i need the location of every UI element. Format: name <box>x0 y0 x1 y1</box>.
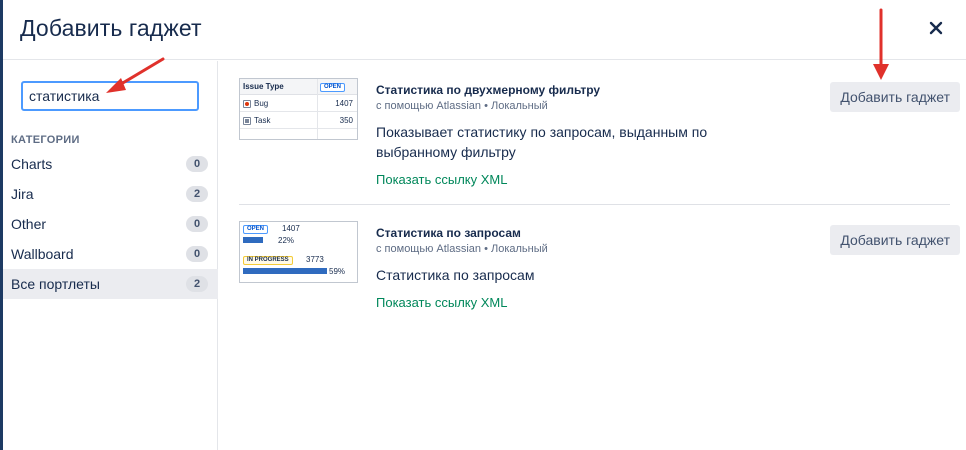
gadget-thumbnail: Issue Type OPEN Bug 1407 Task 350 <box>239 78 358 140</box>
category-count-badge: 2 <box>186 276 208 292</box>
gadget-info: Статистика по запросам с помощью Atlassi… <box>376 221 806 312</box>
categories-heading: КАТЕГОРИИ <box>11 134 80 146</box>
category-count-badge: 0 <box>186 246 208 262</box>
add-gadget-button[interactable]: Добавить гаджет <box>830 82 960 112</box>
gadget-thumbnail: OPEN 1407 22% IN PROGRESS 3773 59% <box>239 221 358 283</box>
category-count-badge: 0 <box>186 216 208 232</box>
thumbnail-count: 3773 <box>306 255 324 264</box>
gadget-description: Показывает статистику по запросам, выдан… <box>376 124 708 160</box>
close-icon <box>929 21 943 35</box>
category-label: Jira <box>11 186 34 202</box>
bug-icon <box>243 100 251 108</box>
category-count-badge: 2 <box>186 186 208 202</box>
status-lozenge: IN PROGRESS <box>243 256 293 265</box>
thumbnail-count: 1407 <box>282 224 300 233</box>
category-item-jira[interactable]: Jira 2 <box>3 179 218 209</box>
add-gadget-button[interactable]: Добавить гаджет <box>830 225 960 255</box>
gadget-item: Issue Type OPEN Bug 1407 Task 350 Статис… <box>239 78 960 205</box>
thumbnail-row-label: Bug <box>254 99 269 108</box>
status-lozenge: OPEN <box>320 83 346 92</box>
show-xml-link[interactable]: Показать ссылку XML <box>376 295 507 310</box>
thumbnail-row: Task 350 <box>240 113 357 129</box>
progress-bar <box>243 268 327 274</box>
gadget-list: Issue Type OPEN Bug 1407 Task 350 Статис… <box>219 61 966 450</box>
category-count-badge: 0 <box>186 156 208 172</box>
category-label: Все портлеты <box>11 276 100 292</box>
category-item-all-portlets[interactable]: Все портлеты 2 <box>3 269 218 299</box>
progress-bar <box>243 237 263 243</box>
category-item-charts[interactable]: Charts 0 <box>3 149 218 179</box>
category-label: Charts <box>11 156 53 172</box>
thumbnail-row-label: Task <box>254 116 271 125</box>
thumbnail-percent: 22% <box>278 236 295 245</box>
dialog-title: Добавить гаджет <box>20 15 202 41</box>
thumbnail-row-value: 350 <box>339 116 353 125</box>
show-xml-link[interactable]: Показать ссылку XML <box>376 172 507 187</box>
search-field[interactable] <box>21 81 199 111</box>
category-label: Wallboard <box>11 246 74 262</box>
category-sidebar: КАТЕГОРИИ Charts 0 Jira 2 Other 0 Wallbo… <box>3 61 218 450</box>
gadget-description: Статистика по запросам <box>376 267 535 283</box>
gadget-author-meta: с помощью Atlassian • Локальный <box>376 100 548 112</box>
search-input[interactable] <box>23 83 197 109</box>
task-icon <box>243 117 251 125</box>
status-lozenge: OPEN <box>243 225 269 234</box>
category-item-other[interactable]: Other 0 <box>3 209 218 239</box>
thumbnail-percent: 59% <box>329 267 346 276</box>
gadget-author-meta: с помощью Atlassian • Локальный <box>376 243 548 255</box>
category-item-wallboard[interactable]: Wallboard 0 <box>3 239 218 269</box>
close-button[interactable] <box>926 18 946 38</box>
gadget-item: OPEN 1407 22% IN PROGRESS 3773 59% Стати… <box>239 221 960 331</box>
category-list: Charts 0 Jira 2 Other 0 Wallboard 0 Все … <box>3 149 218 299</box>
gadget-info: Статистика по двухмерному фильтру с помо… <box>376 78 806 189</box>
gadget-name: Статистика по двухмерному фильтру <box>376 83 601 97</box>
thumbnail-row: Bug 1407 <box>240 96 357 112</box>
thumbnail-header-title: Issue Type <box>243 82 284 91</box>
category-label: Other <box>11 216 47 232</box>
dialog-header: Добавить гаджет <box>3 0 966 60</box>
gadget-name: Статистика по запросам <box>376 226 521 240</box>
thumbnail-row-value: 1407 <box>335 99 353 108</box>
thumbnail-divider <box>317 79 318 139</box>
add-gadget-dialog: Добавить гаджет КАТЕГОРИИ Charts 0 Jira … <box>3 0 966 450</box>
